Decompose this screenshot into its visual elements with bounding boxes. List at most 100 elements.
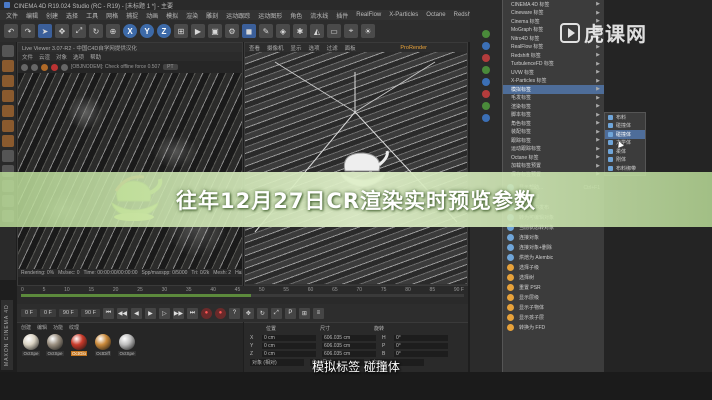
- context-menu-item[interactable]: 装配标签 ▶: [503, 128, 604, 137]
- play-icon[interactable]: ▶: [144, 307, 156, 319]
- object-icon[interactable]: [482, 114, 490, 122]
- floor-icon[interactable]: ▭: [327, 24, 341, 38]
- x-axis-icon[interactable]: X: [123, 24, 137, 38]
- live-viewer-menu-item[interactable]: 云渲: [39, 53, 50, 61]
- material-menu-item[interactable]: 功能: [53, 324, 63, 331]
- scale-key-icon[interactable]: ⤢: [270, 307, 282, 319]
- model-mode-icon[interactable]: [2, 60, 14, 72]
- menu-item[interactable]: 文件: [6, 11, 18, 20]
- material-swatch[interactable]: OctSpe: [45, 334, 65, 356]
- goto-end-icon[interactable]: ⏭: [186, 307, 198, 319]
- viewport-menu-item[interactable]: 查看: [249, 44, 260, 52]
- context-menu-item[interactable]: 显示子物体: [503, 303, 604, 313]
- submenu-item[interactable]: 布料: [605, 113, 645, 122]
- object-icon[interactable]: [482, 102, 490, 110]
- material-swatch[interactable]: OctDiff: [93, 334, 113, 356]
- settings-icon[interactable]: [61, 63, 68, 71]
- context-menu-item[interactable]: 连接对象: [503, 233, 604, 243]
- menu-item[interactable]: 插件: [336, 11, 348, 20]
- menu-item[interactable]: 模拟: [166, 11, 178, 20]
- submenu-item[interactable]: 碰撞体: [605, 130, 645, 139]
- menu-item[interactable]: 选择: [66, 11, 78, 20]
- context-menu-item[interactable]: 加载标签预置 ▶: [503, 162, 604, 171]
- current-frame-field[interactable]: 0 F: [39, 309, 56, 317]
- context-menu-item[interactable]: 转换为 FFD: [503, 323, 604, 333]
- context-menu-item[interactable]: Octane 标签 ▶: [503, 153, 604, 162]
- make-editable-icon[interactable]: [2, 45, 14, 57]
- menu-item[interactable]: 运动图形: [258, 11, 282, 20]
- next-key-icon[interactable]: ▶▶: [172, 307, 184, 319]
- render-picture-viewer-icon[interactable]: ▣: [208, 24, 222, 38]
- material-swatch[interactable]: OctSpe: [21, 334, 41, 356]
- move-icon[interactable]: ✥: [55, 24, 69, 38]
- camera-icon[interactable]: ⌖: [344, 24, 358, 38]
- context-menu-item[interactable]: 烘焙为 Alembic: [503, 253, 604, 263]
- viewport-menu-item[interactable]: 过滤: [327, 44, 338, 52]
- undo-icon[interactable]: ↶: [4, 24, 18, 38]
- submenu-item[interactable]: 力学体: [605, 139, 645, 148]
- context-menu-item[interactable]: 显示孩子层: [503, 313, 604, 323]
- start-frame-field[interactable]: 0 F: [21, 309, 37, 317]
- edges-mode-icon[interactable]: [2, 120, 14, 132]
- position-field[interactable]: 0 cm: [262, 343, 316, 349]
- context-menu-item[interactable]: UVW 标签 ▶: [503, 68, 604, 77]
- pen-icon[interactable]: ✎: [259, 24, 273, 38]
- reload-icon[interactable]: [31, 63, 38, 71]
- viewport-menu-item[interactable]: 选项: [309, 44, 320, 52]
- viewport-menu-item[interactable]: 面板: [345, 44, 356, 52]
- scale-icon[interactable]: ⤢: [72, 24, 86, 38]
- live-viewer-menu-item[interactable]: 选项: [73, 53, 84, 61]
- submenu-item[interactable]: 碰撞体: [605, 122, 645, 131]
- menu-item[interactable]: 创建: [46, 11, 58, 20]
- material-menu-item[interactable]: 纹理: [69, 324, 79, 331]
- object-icon[interactable]: [482, 54, 490, 62]
- recent-tool-icon[interactable]: ⊕: [106, 24, 120, 38]
- render-mode-select[interactable]: PT: [163, 64, 178, 70]
- submenu-item[interactable]: 柔体: [605, 147, 645, 156]
- pause-icon[interactable]: [41, 63, 48, 71]
- menu-item[interactable]: 网格: [106, 11, 118, 20]
- context-menu-item[interactable]: 显示层级: [503, 293, 604, 303]
- size-field[interactable]: 606.035 cm: [322, 335, 376, 341]
- context-menu-item[interactable]: Redshift 标签 ▶: [503, 51, 604, 60]
- record-icon[interactable]: ●: [200, 307, 212, 319]
- live-viewer-menu-item[interactable]: 文件: [22, 53, 33, 61]
- position-field[interactable]: 0 cm: [262, 351, 316, 357]
- menu-item[interactable]: 捕捉: [126, 11, 138, 20]
- position-field[interactable]: 0 cm: [262, 335, 316, 341]
- points-mode-icon[interactable]: [2, 105, 14, 117]
- polygons-mode-icon[interactable]: [2, 135, 14, 147]
- redo-icon[interactable]: ↷: [21, 24, 35, 38]
- array-icon[interactable]: ✱: [293, 24, 307, 38]
- prev-key-icon[interactable]: ◀◀: [116, 307, 128, 319]
- viewport-menu-item[interactable]: 摄像机: [267, 44, 284, 52]
- material-swatch[interactable]: OctGlo: [69, 334, 89, 356]
- material-menu-item[interactable]: 编辑: [37, 324, 47, 331]
- live-viewer-render[interactable]: [18, 73, 242, 269]
- context-menu-item[interactable]: 毛发标签 ▶: [503, 94, 604, 103]
- render-view-icon[interactable]: ▶: [191, 24, 205, 38]
- menu-item[interactable]: RealFlow: [356, 12, 381, 18]
- grid-key-icon[interactable]: ⊞: [298, 307, 310, 319]
- menu-item[interactable]: 编辑: [26, 11, 38, 20]
- rotation-field[interactable]: 0°: [394, 351, 448, 357]
- menu-item[interactable]: 雕刻: [206, 11, 218, 20]
- live-viewer-menu-item[interactable]: 帮助: [90, 53, 101, 61]
- stop-icon[interactable]: [51, 63, 58, 71]
- live-viewer-menu-item[interactable]: 对象: [56, 53, 67, 61]
- menu-item[interactable]: 动画: [146, 11, 158, 20]
- menu-item[interactable]: 渲染: [186, 11, 198, 20]
- rotation-field[interactable]: 0°: [394, 343, 448, 349]
- context-menu-item[interactable]: 运动跟踪标签 ▶: [503, 145, 604, 154]
- context-menu-item[interactable]: 渲染标签 ▶: [503, 102, 604, 111]
- context-menu-item[interactable]: X-Particles 标签 ▶: [503, 77, 604, 86]
- rotate-icon[interactable]: ↻: [89, 24, 103, 38]
- menu-item[interactable]: 工具: [86, 11, 98, 20]
- menu-item[interactable]: 流水线: [310, 11, 328, 20]
- deformer-icon[interactable]: ◭: [310, 24, 324, 38]
- context-menu-item[interactable]: 脚本标签 ▶: [503, 111, 604, 120]
- next-frame-icon[interactable]: ▷: [158, 307, 170, 319]
- rotation-field[interactable]: 0°: [394, 335, 448, 341]
- coordinate-system-icon[interactable]: ⊞: [174, 24, 188, 38]
- cube-icon[interactable]: ◼: [242, 24, 256, 38]
